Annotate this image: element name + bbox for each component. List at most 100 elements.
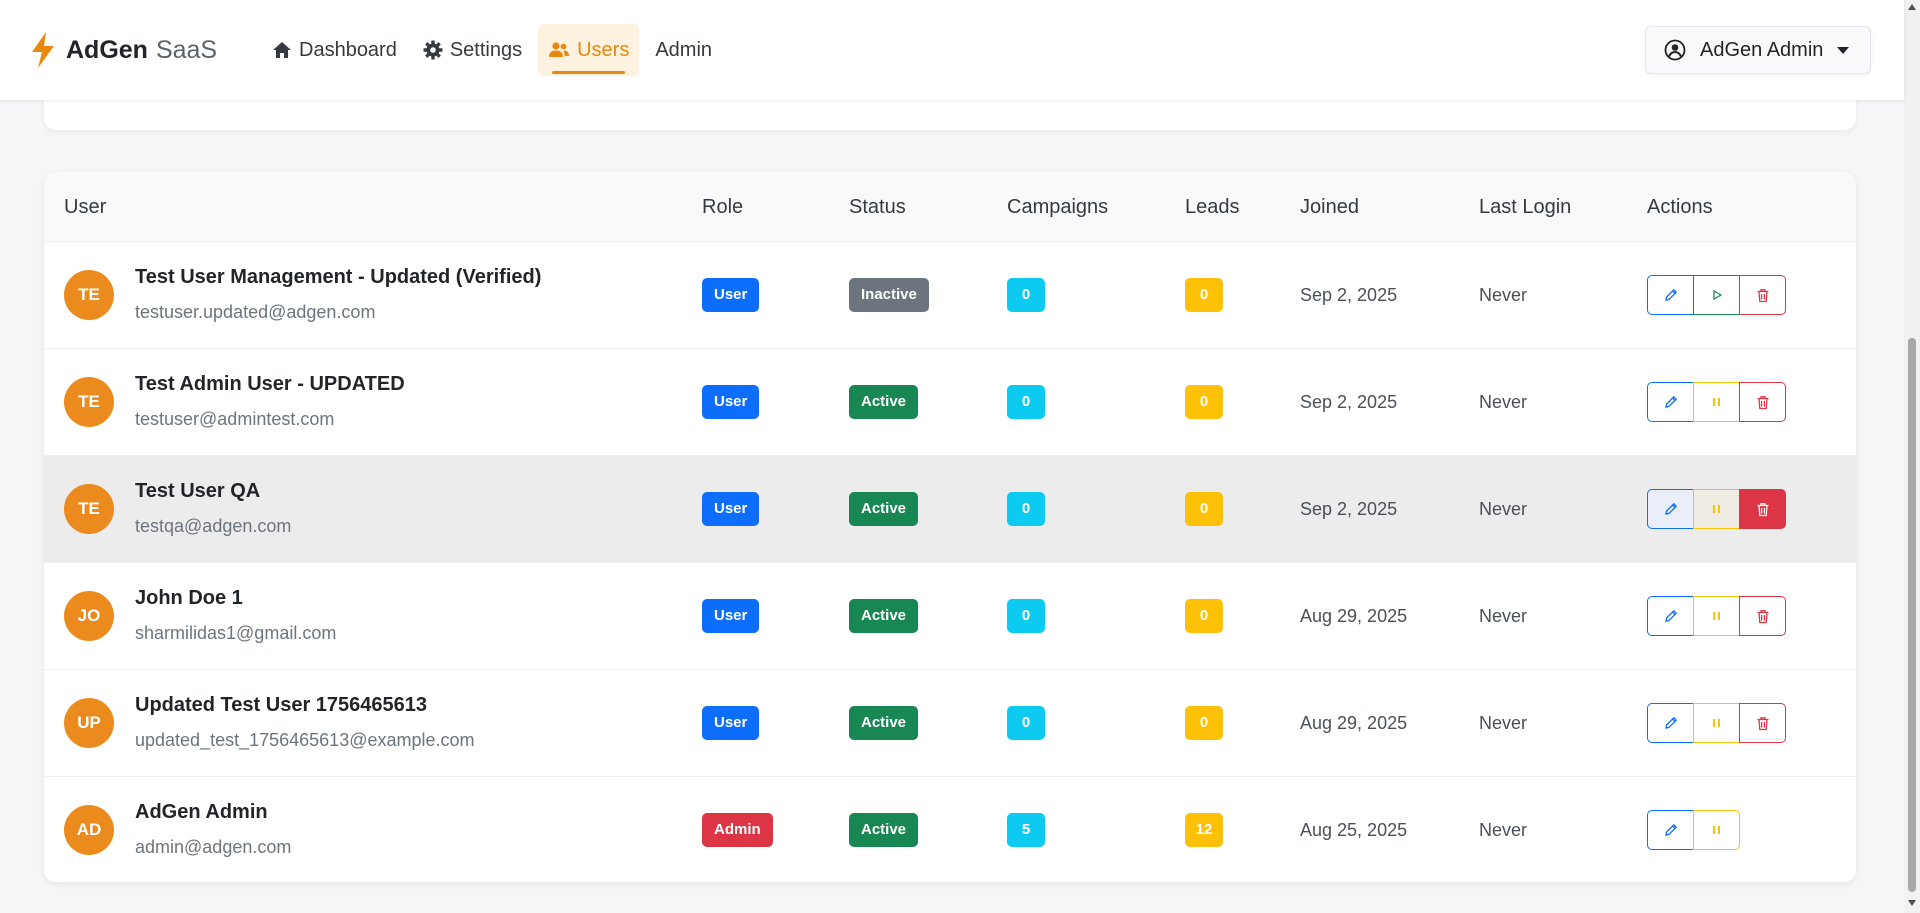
- trash-icon: [1757, 609, 1768, 623]
- role-badge: User: [702, 278, 760, 312]
- leads-badge: 0: [1185, 278, 1223, 312]
- trash-icon: [1757, 716, 1768, 730]
- pause-button[interactable]: [1693, 382, 1740, 422]
- role-badge: Admin: [702, 813, 773, 847]
- status-badge: Inactive: [849, 278, 929, 312]
- col-last-login: Last Login: [1479, 196, 1572, 218]
- col-actions: Actions: [1647, 196, 1713, 218]
- pause-icon: [1713, 612, 1720, 620]
- status-badge: Active: [849, 706, 919, 740]
- user-name: Test User QA: [135, 480, 261, 502]
- pause-button[interactable]: [1693, 489, 1740, 529]
- avatar: AD: [64, 805, 114, 855]
- scroll-down-icon[interactable]: [1908, 900, 1916, 906]
- leads-badge: 0: [1185, 385, 1223, 419]
- user-name: AdGen Admin: [135, 801, 268, 823]
- user-name: John Doe 1: [135, 587, 243, 609]
- joined-date: Sep 2, 2025: [1300, 285, 1398, 305]
- last-login: Never: [1479, 820, 1528, 840]
- delete-button[interactable]: [1739, 703, 1786, 743]
- gear-icon: [423, 40, 443, 60]
- pause-button[interactable]: [1693, 810, 1740, 850]
- table-row: UP Updated Test User 1756465613 updated_…: [44, 670, 1856, 777]
- pencil-icon: [1664, 288, 1677, 301]
- user-name: Test User Management - Updated (Verified…: [135, 266, 542, 288]
- joined-date: Sep 2, 2025: [1300, 499, 1398, 519]
- activate-button[interactable]: [1693, 275, 1740, 315]
- row-actions: [1647, 382, 1786, 422]
- role-badge: User: [702, 385, 760, 419]
- campaigns-badge: 0: [1007, 706, 1045, 740]
- nav-settings[interactable]: Settings: [413, 24, 532, 76]
- delete-button[interactable]: [1739, 596, 1786, 636]
- leads-badge: 12: [1185, 813, 1223, 847]
- pause-icon: [1713, 719, 1720, 727]
- leads-badge: 0: [1185, 492, 1223, 526]
- pause-icon: [1713, 505, 1720, 513]
- trash-icon: [1757, 502, 1768, 516]
- user-email: testuser@admintest.com: [135, 409, 335, 429]
- pencil-icon: [1664, 609, 1677, 622]
- user-circle-icon: [1664, 39, 1686, 61]
- avatar: TE: [64, 484, 114, 534]
- nav-dashboard-label: Dashboard: [299, 38, 397, 61]
- edit-button[interactable]: [1647, 489, 1694, 529]
- last-login: Never: [1479, 392, 1528, 412]
- row-actions: [1647, 275, 1786, 315]
- role-badge: User: [702, 492, 760, 526]
- last-login: Never: [1479, 606, 1528, 626]
- pause-button[interactable]: [1693, 596, 1740, 636]
- avatar: JO: [64, 591, 114, 641]
- main-nav: Dashboard Settings Users Admin: [262, 24, 728, 76]
- pencil-icon: [1664, 502, 1677, 515]
- leads-badge: 0: [1185, 599, 1223, 633]
- caret-down-icon: [1837, 46, 1850, 54]
- pencil-icon: [1664, 823, 1677, 836]
- joined-date: Sep 2, 2025: [1300, 392, 1398, 412]
- pause-button[interactable]: [1693, 703, 1740, 743]
- edit-button[interactable]: [1647, 596, 1694, 636]
- avatar: UP: [64, 698, 114, 748]
- house-icon: [273, 42, 291, 58]
- user-menu-dropdown[interactable]: AdGen Admin: [1645, 26, 1871, 74]
- delete-button[interactable]: [1739, 275, 1786, 315]
- trash-icon: [1757, 288, 1768, 302]
- table-row: TE Test User QA testqa@adgen.com User Ac…: [44, 456, 1856, 563]
- user-name: Updated Test User 1756465613: [135, 694, 428, 716]
- campaigns-badge: 5: [1007, 813, 1045, 847]
- col-user: User: [64, 196, 107, 218]
- table-row: TE Test Admin User - UPDATED testuser@ad…: [44, 349, 1856, 456]
- scrollbar-thumb[interactable]: [1908, 338, 1916, 892]
- nav-admin[interactable]: Admin: [645, 24, 722, 76]
- edit-button[interactable]: [1647, 810, 1694, 850]
- nav-dashboard[interactable]: Dashboard: [262, 24, 407, 76]
- leads-badge: 0: [1185, 706, 1223, 740]
- navbar: AdGen SaaS Dashboard Settings Users Admi…: [0, 0, 1904, 100]
- row-actions: [1647, 810, 1740, 850]
- avatar: TE: [64, 377, 114, 427]
- play-icon: [1712, 290, 1722, 300]
- campaigns-badge: 0: [1007, 492, 1045, 526]
- brand-name: AdGen: [66, 35, 148, 64]
- delete-button[interactable]: [1739, 382, 1786, 422]
- joined-date: Aug 25, 2025: [1300, 820, 1408, 840]
- status-badge: Active: [849, 599, 919, 633]
- table-header: User Role Status Campaigns Leads Joined …: [44, 172, 1856, 242]
- trash-icon: [1757, 395, 1768, 409]
- user-menu-label: AdGen Admin: [1700, 38, 1824, 61]
- user-email: sharmilidas1@gmail.com: [135, 623, 337, 643]
- brand-suffix: SaaS: [155, 35, 218, 64]
- pause-icon: [1713, 398, 1720, 406]
- nav-admin-label: Admin: [655, 38, 713, 61]
- user-email: updated_test_1756465613@example.com: [135, 730, 475, 750]
- nav-users[interactable]: Users: [538, 24, 640, 76]
- edit-button[interactable]: [1647, 703, 1694, 743]
- edit-button[interactable]: [1647, 275, 1694, 315]
- status-badge: Active: [849, 385, 919, 419]
- brand[interactable]: AdGen SaaS: [30, 32, 217, 68]
- delete-button[interactable]: [1739, 489, 1786, 529]
- scroll-up-icon[interactable]: [1908, 4, 1916, 10]
- user-name: Test Admin User - UPDATED: [135, 373, 405, 395]
- edit-button[interactable]: [1647, 382, 1694, 422]
- table-row: TE Test User Management - Updated (Verif…: [44, 242, 1856, 349]
